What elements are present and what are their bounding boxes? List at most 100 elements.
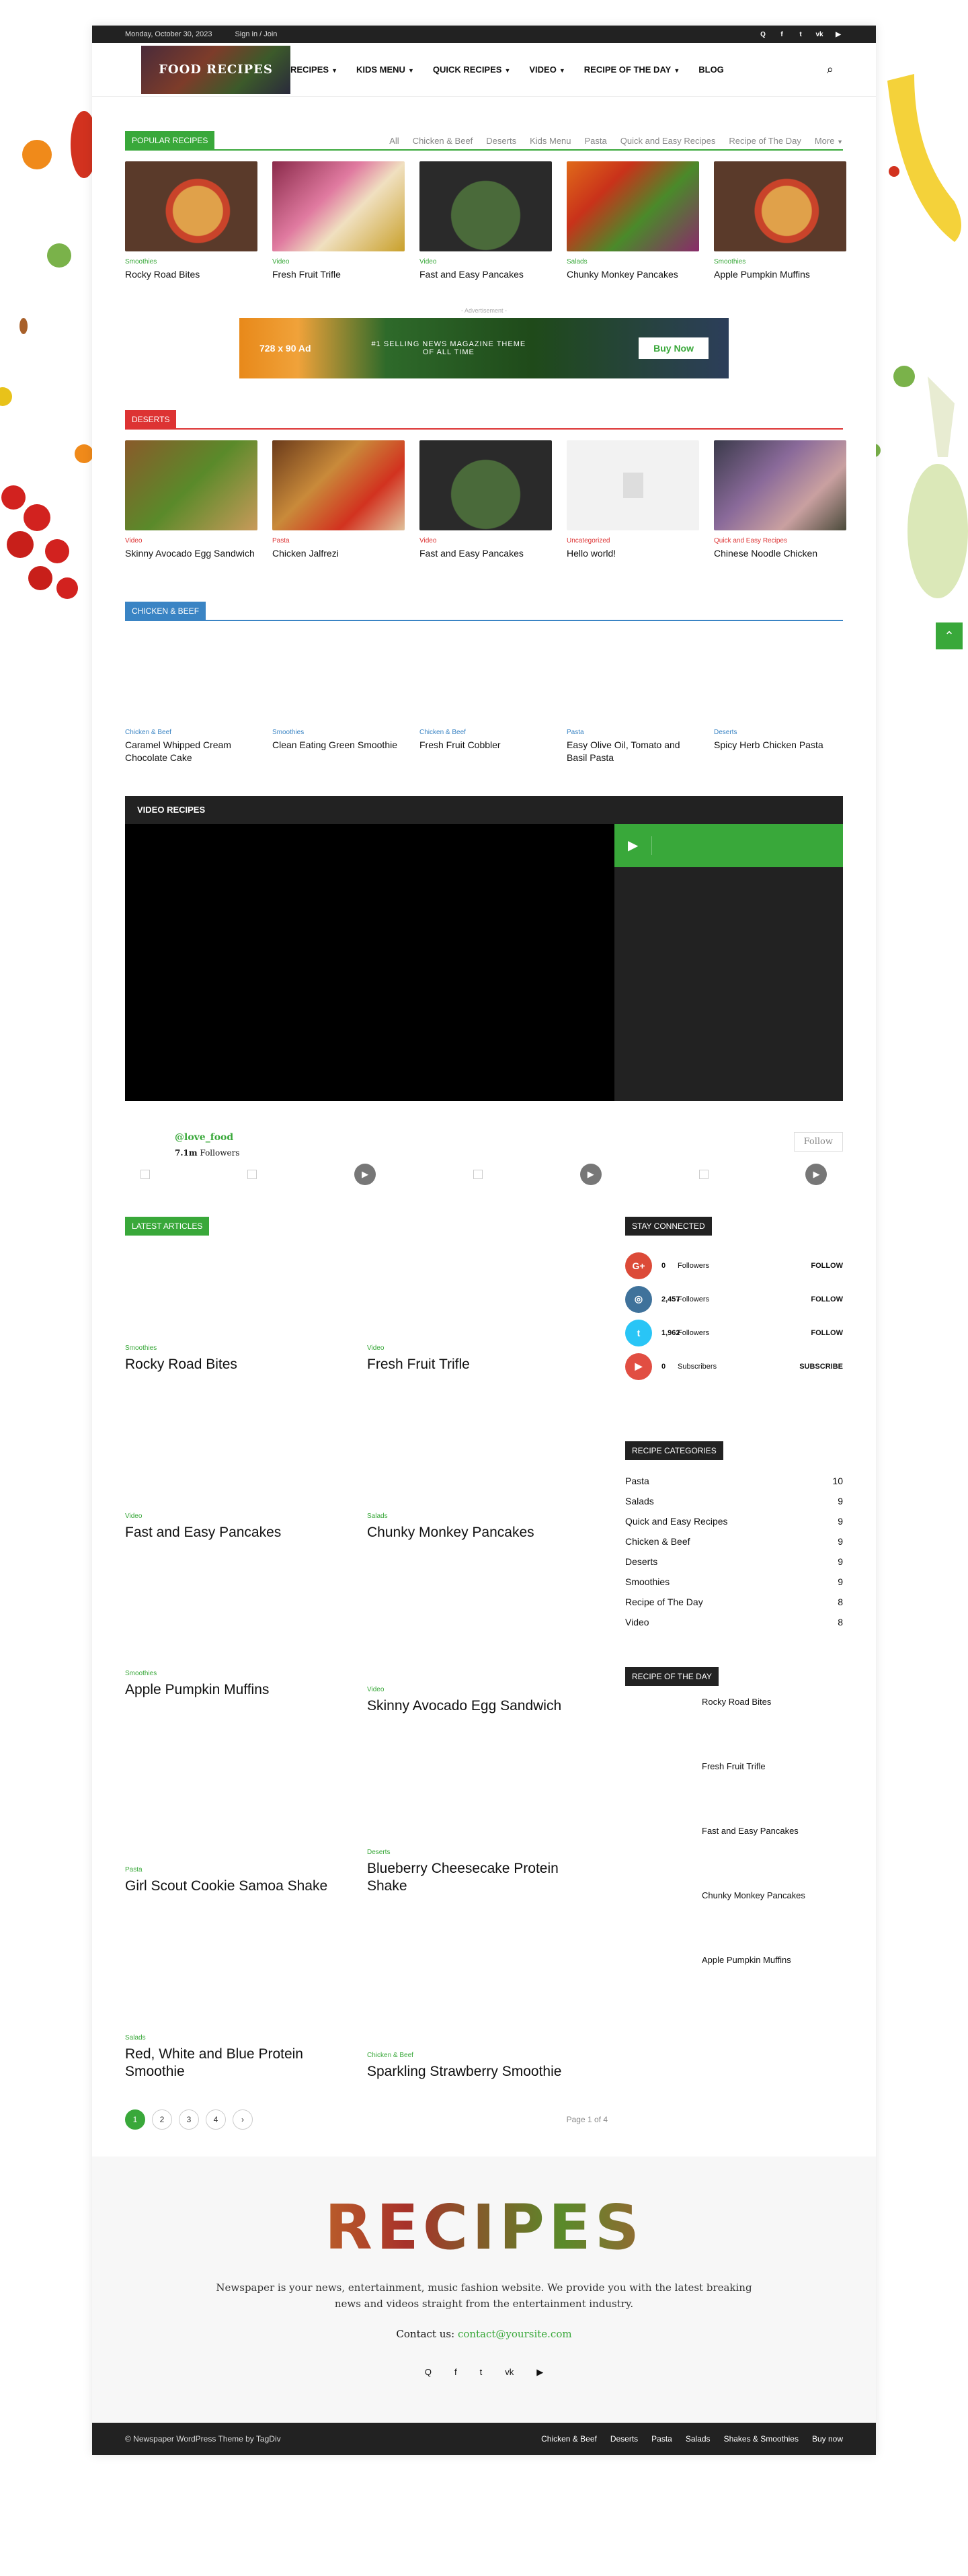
rod-item[interactable]: Apple Pumpkin Muffins [625, 1944, 843, 2009]
play-icon[interactable]: ▶ [579, 1163, 602, 1185]
article-category[interactable]: Deserts [367, 1849, 593, 1856]
article-category[interactable]: Video [367, 1686, 593, 1693]
recipe-image[interactable] [419, 440, 552, 531]
recipe-category[interactable]: Deserts [714, 729, 846, 736]
rod-title[interactable]: Rocky Road Bites [702, 1697, 771, 1707]
recipe-category[interactable]: Salads [567, 258, 699, 266]
instagram-follow-button[interactable]: Follow [793, 1131, 843, 1152]
category-item[interactable]: Pasta 10 [625, 1471, 843, 1491]
filter-recipe-of-day[interactable]: Recipe of The Day [729, 136, 801, 146]
recipe-card[interactable]: Chicken & Beef Caramel Whipped Cream Cho… [125, 632, 257, 763]
page-1-button[interactable]: 1 [125, 2109, 145, 2130]
recipe-card[interactable]: Pasta Chicken Jalfrezi [272, 440, 405, 559]
instagram-avatar[interactable] [125, 1132, 165, 1156]
article-title[interactable]: Rocky Road Bites [125, 1356, 351, 1373]
page-2-button[interactable]: 2 [152, 2109, 172, 2130]
recipe-title[interactable]: Fast and Easy Pancakes [419, 547, 552, 559]
recipe-title[interactable]: Easy Olive Oil, Tomato and Basil Pasta [567, 739, 699, 763]
menu-item-video[interactable]: VIDEO ▼ [529, 65, 565, 75]
rod-item[interactable]: Chunky Monkey Pancakes [625, 1880, 843, 1944]
rod-title[interactable]: Fast and Easy Pancakes [702, 1826, 799, 1836]
recipe-category[interactable]: Video [419, 537, 552, 545]
category-item[interactable]: Deserts 9 [625, 1552, 843, 1572]
article-card[interactable]: Deserts Blueberry Cheesecake Protein Shak… [367, 1729, 593, 1913]
sign-in-link[interactable]: Sign in / Join [235, 30, 277, 38]
recipe-title[interactable]: Skinny Avocado Egg Sandwich [125, 547, 257, 559]
recipe-title[interactable]: Apple Pumpkin Muffins [714, 268, 846, 280]
recipe-title[interactable]: Spicy Herb Chicken Pasta [714, 739, 846, 751]
recipe-category[interactable]: Pasta [272, 537, 405, 545]
follow-button[interactable]: FOLLOW [811, 1295, 843, 1303]
recipe-image-placeholder[interactable] [567, 440, 699, 531]
article-card[interactable]: Smoothies Rocky Road Bites [125, 1230, 351, 1392]
article-title[interactable]: Red, White and Blue Protein Smoothie [125, 2046, 351, 2079]
social-counter-youtube[interactable]: ▶ 0 Subscribers SUBSCRIBE [625, 1350, 843, 1383]
article-category[interactable]: Salads [125, 2034, 351, 2042]
facebook-icon[interactable]: f [454, 2367, 457, 2378]
social-counter-googleplus[interactable]: G+ 0 Followers FOLLOW [625, 1249, 843, 1283]
recipe-category[interactable]: Chicken & Beef [125, 729, 257, 736]
filter-deserts[interactable]: Deserts [486, 136, 516, 146]
recipe-category[interactable]: Chicken & Beef [419, 729, 552, 736]
article-category[interactable]: Smoothies [125, 1344, 351, 1352]
recipe-category[interactable]: Pasta [567, 729, 699, 736]
menu-item-quick-recipes[interactable]: QUICK RECIPES ▼ [433, 65, 511, 75]
article-card[interactable]: Video Fresh Fruit Trifle [367, 1230, 593, 1392]
recipe-card[interactable]: Video Fast and Easy Pancakes [419, 161, 552, 280]
article-category[interactable]: Chicken & Beef [367, 2052, 593, 2059]
page-4-button[interactable]: 4 [206, 2109, 226, 2130]
youtube-icon[interactable]: ▶ [834, 30, 843, 39]
recipe-card[interactable]: Pasta Easy Olive Oil, Tomato and Basil P… [567, 632, 699, 763]
recipe-card[interactable]: Smoothies Rocky Road Bites [125, 161, 257, 280]
recipe-card[interactable]: Smoothies Apple Pumpkin Muffins [714, 161, 846, 280]
recipe-title[interactable]: Clean Eating Green Smoothie [272, 739, 405, 751]
article-category[interactable]: Video [367, 1344, 593, 1352]
social-counter-twitter[interactable]: t 1,962 Followers FOLLOW [625, 1316, 843, 1350]
video-player[interactable] [125, 823, 614, 1101]
recipe-category[interactable]: Smoothies [125, 258, 257, 266]
filter-quick-easy[interactable]: Quick and Easy Recipes [620, 136, 716, 146]
footer-link-shakes-smoothies[interactable]: Shakes & Smoothies [724, 2434, 799, 2444]
rod-title[interactable]: Chunky Monkey Pancakes [702, 1890, 805, 1900]
recipe-image[interactable] [567, 632, 699, 723]
menu-item-kids-menu[interactable]: KIDS MENU ▼ [356, 65, 414, 75]
recipe-card[interactable]: Video Fresh Fruit Trifle [272, 161, 405, 280]
article-card[interactable]: Salads Red, White and Blue Protein Smooth… [125, 1913, 351, 2099]
video-play-control[interactable]: ▶ [614, 823, 843, 867]
recipe-card[interactable]: Quick and Easy Recipes Chinese Noodle Ch… [714, 440, 846, 559]
recipe-category[interactable]: Smoothies [714, 258, 846, 266]
twitter-icon[interactable]: t [480, 2367, 483, 2378]
article-title[interactable]: Fast and Easy Pancakes [125, 1524, 351, 1541]
search-icon[interactable]: ⌕ [827, 63, 834, 77]
recipe-image[interactable] [419, 632, 552, 723]
rod-item[interactable]: Fast and Easy Pancakes [625, 1815, 843, 1880]
recipe-image[interactable] [272, 161, 405, 251]
recipe-image[interactable] [567, 161, 699, 251]
footer-link-deserts[interactable]: Deserts [610, 2434, 638, 2444]
recipe-card[interactable]: Smoothies Clean Eating Green Smoothie [272, 632, 405, 763]
rod-title[interactable]: Fresh Fruit Trifle [702, 1761, 766, 1771]
article-category[interactable]: Video [125, 1513, 351, 1520]
next-page-button[interactable]: › [233, 2109, 253, 2130]
contact-email-link[interactable]: contact@yoursite.com [458, 2328, 572, 2340]
rod-item[interactable]: Rocky Road Bites [625, 1686, 843, 1750]
vk-icon[interactable]: vk [815, 30, 824, 39]
buy-now-button[interactable]: Buy Now [639, 337, 709, 360]
recipe-title[interactable]: Hello world! [567, 547, 699, 559]
article-title[interactable]: Apple Pumpkin Muffins [125, 1681, 351, 1698]
recipe-category[interactable]: Uncategorized [567, 537, 699, 545]
category-item[interactable]: Quick and Easy Recipes 9 [625, 1511, 843, 1531]
recipe-card[interactable]: Uncategorized Hello world! [567, 440, 699, 559]
recipe-image[interactable] [714, 632, 846, 723]
recipe-image[interactable] [125, 440, 257, 531]
footer-link-pasta[interactable]: Pasta [651, 2434, 672, 2444]
rod-title[interactable]: Apple Pumpkin Muffins [702, 1955, 791, 1965]
category-item[interactable]: Chicken & Beef 9 [625, 1531, 843, 1552]
recipe-card[interactable]: Video Fast and Easy Pancakes [419, 440, 552, 559]
recipe-image[interactable] [125, 161, 257, 251]
recipe-title[interactable]: Caramel Whipped Cream Chocolate Cake [125, 739, 257, 763]
article-title[interactable]: Girl Scout Cookie Samoa Shake [125, 1878, 351, 1894]
article-title[interactable]: Fresh Fruit Trifle [367, 1356, 593, 1373]
recipe-image[interactable] [272, 632, 405, 723]
youtube-icon[interactable]: ▶ [536, 2367, 543, 2378]
